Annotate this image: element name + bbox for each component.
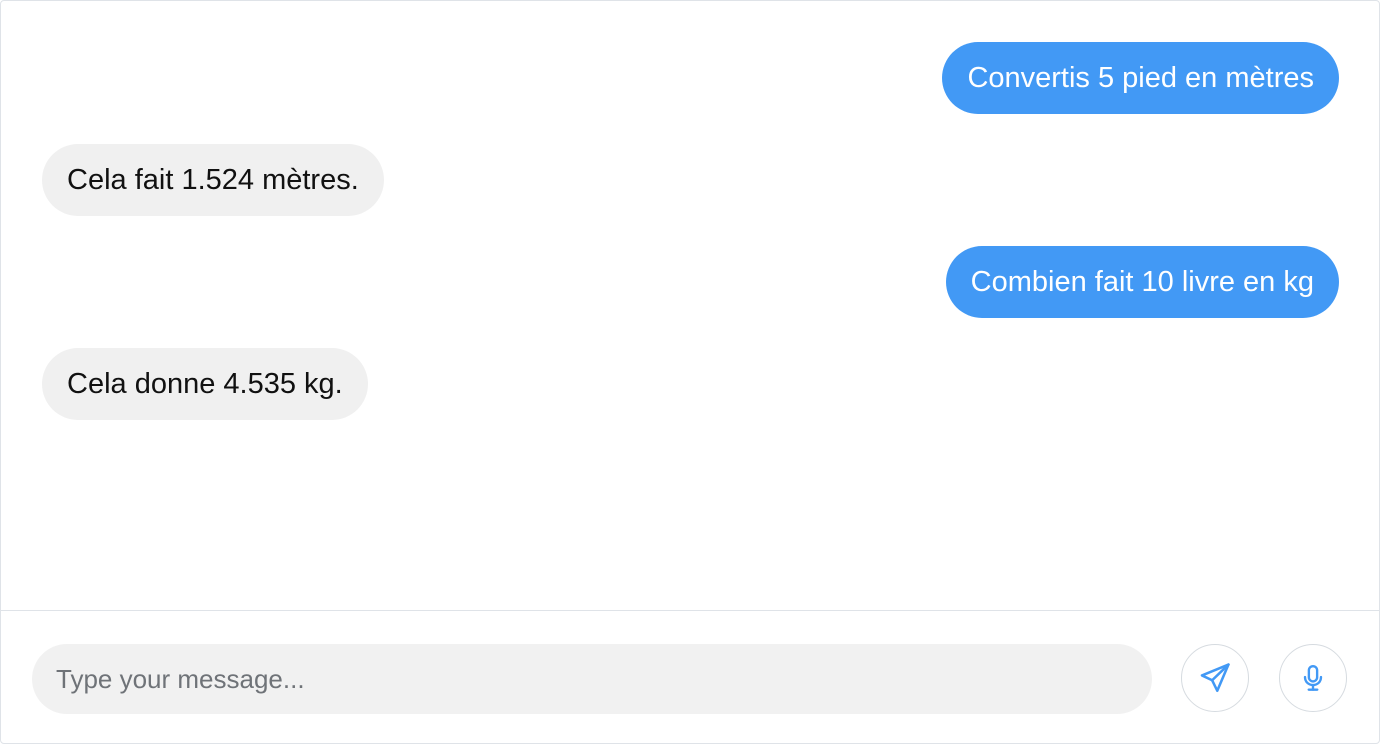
message-composer — [1, 610, 1379, 743]
send-button[interactable] — [1181, 644, 1249, 712]
user-message-bubble: Convertis 5 pied en mètres — [942, 42, 1339, 114]
assistant-message-bubble: Cela donne 4.535 kg. — [42, 348, 368, 420]
message-input[interactable] — [32, 644, 1152, 714]
assistant-message-bubble: Cela fait 1.524 mètres. — [42, 144, 384, 216]
chat-window: Convertis 5 pied en mètres Cela fait 1.5… — [0, 0, 1380, 744]
microphone-button[interactable] — [1279, 644, 1347, 712]
user-message-bubble: Combien fait 10 livre en kg — [945, 246, 1339, 318]
send-icon — [1198, 661, 1232, 695]
microphone-icon — [1298, 661, 1328, 695]
message-list: Convertis 5 pied en mètres Cela fait 1.5… — [1, 1, 1379, 610]
